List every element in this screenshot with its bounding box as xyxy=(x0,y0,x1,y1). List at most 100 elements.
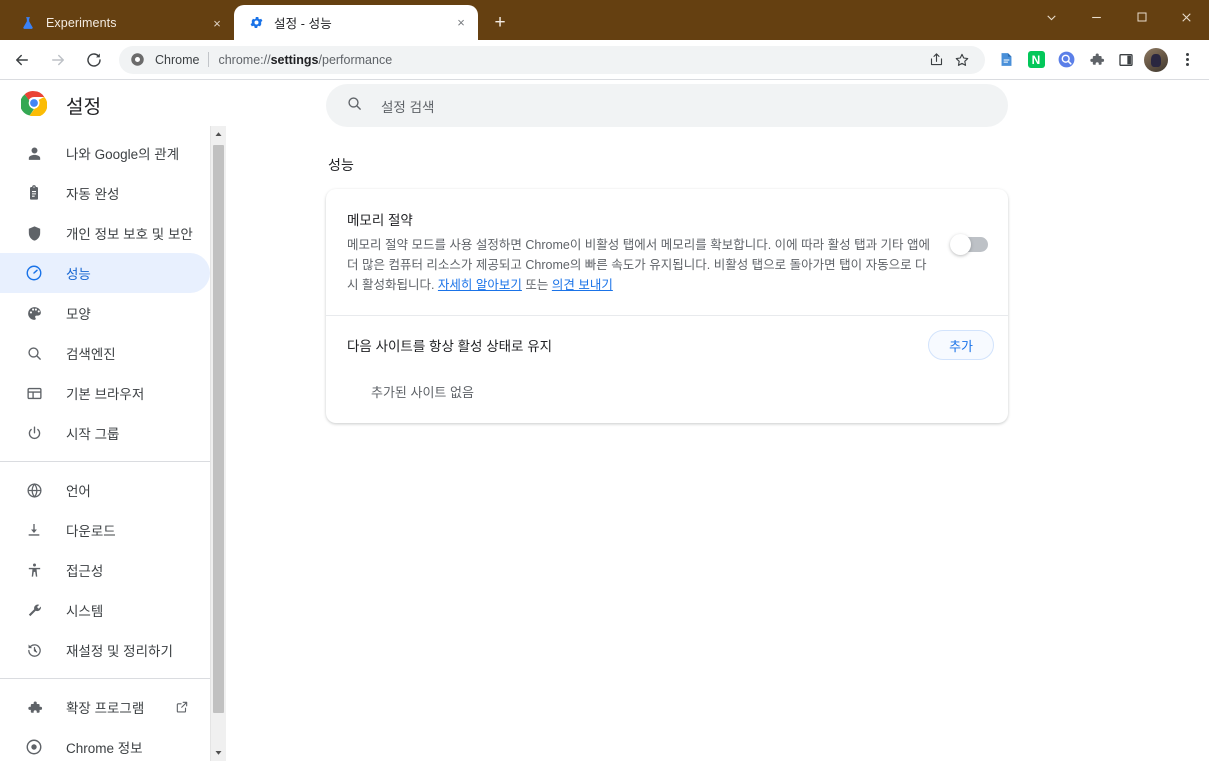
side-panel-icon[interactable] xyxy=(1112,46,1140,74)
search-input[interactable]: 설정 검색 xyxy=(381,96,434,116)
tab-title: 설정 - 성능 xyxy=(274,17,332,31)
url-prefix: chrome:// xyxy=(218,52,271,67)
sidebar-item-label: 개인 정보 보호 및 보안 xyxy=(66,227,193,242)
sidebar-item-label: 시스템 xyxy=(66,604,104,619)
sidebar-nav: 나와 Google의 관계 자동 완성 개인 정보 보호 및 보안 성능 모양 … xyxy=(0,130,226,761)
sidebar-item-label: 시작 그룹 xyxy=(66,427,120,442)
memory-saver-row: 메모리 절약 메모리 절약 모드를 사용 설정하면 Chrome이 비활성 탭에… xyxy=(326,189,1008,317)
scrollbar-thumb[interactable] xyxy=(213,145,224,713)
tab-search-button[interactable] xyxy=(1029,0,1074,34)
shield-icon xyxy=(24,223,44,243)
sidebar-item-system[interactable]: 시스템 xyxy=(0,590,210,630)
learn-more-link[interactable]: 자세히 알아보기 xyxy=(438,278,522,292)
page-title: 설정 xyxy=(66,96,102,118)
tab-close-button[interactable]: × xyxy=(208,14,226,32)
search-settings-bar[interactable]: 설정 검색 xyxy=(326,84,1008,127)
sidebar-item-reset-cleanup[interactable]: 재설정 및 정리하기 xyxy=(0,630,210,670)
sidebar-item-appearance[interactable]: 모양 xyxy=(0,293,210,333)
palette-icon xyxy=(24,303,44,323)
kebab-dot xyxy=(1185,58,1189,61)
settings-main: 설정 검색 성능 메모리 절약 메모리 절약 모드를 사용 설정하면 Chrom… xyxy=(226,80,1209,761)
sidebar-item-label: 재설정 및 정리하기 xyxy=(66,644,173,659)
close-window-button[interactable] xyxy=(1164,0,1209,34)
sidebar-item-search-engine[interactable]: 검색엔진 xyxy=(0,333,210,373)
send-feedback-link[interactable]: 의견 보내기 xyxy=(552,278,613,292)
back-button[interactable] xyxy=(7,45,37,75)
reload-button[interactable] xyxy=(79,45,109,75)
section-title-performance: 성능 xyxy=(328,157,354,173)
sidebar-item-autofill[interactable]: 자동 완성 xyxy=(0,173,210,213)
tab-experiments[interactable]: Experiments × xyxy=(6,6,234,40)
keep-active-row: 다음 사이트를 항상 활성 상태로 유지 추가 xyxy=(326,316,1008,374)
sidebar-item-you-and-google[interactable]: 나와 Google의 관계 xyxy=(0,133,210,173)
sidebar-item-downloads[interactable]: 다운로드 xyxy=(0,510,210,550)
chrome-logo-icon xyxy=(20,90,48,121)
no-sites-added-text: 추가된 사이트 없음 xyxy=(371,385,474,401)
sidebar-item-privacy-security[interactable]: 개인 정보 보호 및 보안 xyxy=(0,213,210,253)
description-or: 또는 xyxy=(521,277,552,292)
restore-icon xyxy=(24,640,44,660)
scroll-down-arrow-icon[interactable] xyxy=(211,744,226,761)
sidebar-item-about-chrome[interactable]: Chrome 정보 xyxy=(0,727,210,761)
scroll-up-arrow-icon[interactable] xyxy=(211,126,226,143)
kebab-dot xyxy=(1185,53,1189,56)
minimize-button[interactable] xyxy=(1074,0,1119,34)
sidebar-divider xyxy=(0,678,226,679)
url-bold-part: settings xyxy=(270,52,319,67)
naver-letter: N xyxy=(1027,51,1045,68)
puzzle-icon[interactable] xyxy=(1082,46,1110,74)
memory-saver-description: 메모리 절약 모드를 사용 설정하면 Chrome이 비활성 탭에서 메모리를 … xyxy=(347,236,934,295)
sidebar-item-performance[interactable]: 성능 xyxy=(0,253,210,293)
sidebar-item-default-browser[interactable]: 기본 브라우저 xyxy=(0,373,210,413)
wrench-icon xyxy=(24,600,44,620)
extension-icon-search-circle[interactable] xyxy=(1052,46,1080,74)
sidebar-item-label: 모양 xyxy=(66,307,91,322)
external-link-icon xyxy=(175,700,189,714)
sidebar-item-extensions[interactable]: 확장 프로그램 xyxy=(0,687,210,727)
memory-saver-toggle[interactable] xyxy=(950,234,988,255)
omnibox-chip-label: Chrome xyxy=(155,52,200,67)
flask-icon xyxy=(20,15,36,31)
address-bar[interactable]: Chrome chrome://settings/performance xyxy=(119,45,985,74)
clipboard-icon xyxy=(24,183,44,203)
memory-saver-card: 메모리 절약 메모리 절약 모드를 사용 설정하면 Chrome이 비활성 탭에… xyxy=(326,189,1008,424)
share-icon[interactable] xyxy=(923,47,949,73)
tab-settings-performance[interactable]: 설정 - 성능 × xyxy=(234,5,478,40)
kebab-menu-icon[interactable] xyxy=(1173,46,1201,74)
sidebar-item-label: 성능 xyxy=(66,267,91,282)
settings-sidebar: 설정 나와 Google의 관계 자동 완성 개인 정보 보호 및 보안 성능 … xyxy=(0,80,226,761)
tab-title: Experiments xyxy=(46,16,117,30)
sidebar-divider xyxy=(0,461,226,462)
accessibility-icon xyxy=(24,560,44,580)
sidebar-item-label: 자동 완성 xyxy=(66,187,120,202)
toggle-knob xyxy=(950,234,971,255)
browser-toolbar: Chrome chrome://settings/performance N xyxy=(0,40,1209,80)
sidebar-item-label: 접근성 xyxy=(66,564,104,579)
omnibox-divider xyxy=(208,52,210,67)
omnibox-url: chrome://settings/performance xyxy=(218,53,392,67)
maximize-button[interactable] xyxy=(1119,0,1164,34)
keep-active-label: 다음 사이트를 항상 활성 상태로 유지 xyxy=(347,339,553,355)
scrollbar-track[interactable] xyxy=(211,143,226,744)
profile-avatar[interactable] xyxy=(1142,46,1170,74)
sidebar-item-label: 확장 프로그램 xyxy=(66,701,145,716)
tab-close-button[interactable]: × xyxy=(452,14,470,32)
extension-icon-naver[interactable]: N xyxy=(1022,46,1050,74)
add-site-button[interactable]: 추가 xyxy=(928,330,994,361)
sidebar-item-label: 나와 Google의 관계 xyxy=(66,147,180,162)
sidebar-item-label: 언어 xyxy=(66,484,91,499)
forward-button[interactable] xyxy=(43,45,73,75)
extension-icon-blue-doc[interactable] xyxy=(992,46,1020,74)
sidebar-item-on-startup[interactable]: 시작 그룹 xyxy=(0,413,210,453)
speedometer-icon xyxy=(24,263,44,283)
sidebar-item-languages[interactable]: 언어 xyxy=(0,470,210,510)
sidebar-item-accessibility[interactable]: 접근성 xyxy=(0,550,210,590)
star-icon[interactable] xyxy=(949,47,975,73)
new-tab-button[interactable]: + xyxy=(486,8,514,36)
sidebar-scrollbar[interactable] xyxy=(210,126,226,761)
download-icon xyxy=(24,520,44,540)
kebab-dot xyxy=(1185,63,1189,66)
search-icon xyxy=(346,95,363,117)
url-suffix: /performance xyxy=(318,52,393,67)
gear-icon xyxy=(248,15,264,31)
